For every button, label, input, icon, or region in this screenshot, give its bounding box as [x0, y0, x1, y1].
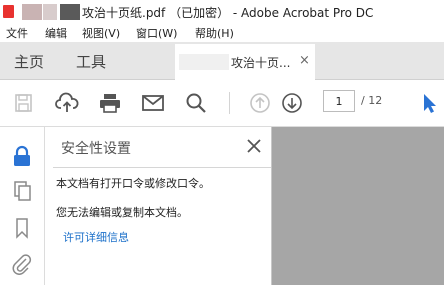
pages-icon[interactable]: [11, 180, 33, 202]
bookmark-icon[interactable]: [11, 217, 33, 239]
panel-title: 安全性设置: [61, 141, 131, 157]
menu-view[interactable]: 视图(V): [82, 25, 120, 41]
tab-tools[interactable]: 工具: [76, 51, 106, 72]
lock-icon[interactable]: [11, 145, 33, 167]
select-cursor-icon[interactable]: [418, 92, 442, 114]
tab-document[interactable]: 攻治十页... ×: [175, 44, 315, 80]
menu-window[interactable]: 窗口(W): [136, 25, 177, 41]
document-view[interactable]: [272, 127, 444, 285]
save-icon[interactable]: [12, 92, 36, 114]
window-title: 攻治十页纸.pdf （已加密） - Adobe Acrobat Pro DC: [82, 6, 374, 20]
redacted-block: [22, 4, 42, 20]
menu-file[interactable]: 文件: [6, 25, 28, 41]
navigation-rail: [0, 127, 45, 285]
attachment-icon[interactable]: [11, 253, 33, 275]
tab-bar: 主页 工具 攻治十页... ×: [0, 42, 444, 80]
close-icon[interactable]: [245, 137, 263, 155]
close-tab-icon[interactable]: ×: [299, 53, 310, 68]
menu-edit[interactable]: 编辑: [45, 25, 67, 41]
mail-icon[interactable]: [141, 92, 165, 114]
page-down-icon[interactable]: [280, 92, 304, 114]
redacted-block: [60, 4, 80, 20]
search-icon[interactable]: [184, 92, 208, 114]
toolbar: 1 / 12: [0, 80, 444, 127]
document-tab-label: 攻治十页...: [231, 56, 291, 70]
security-settings-panel: 安全性设置 本文档有打开口令或修改口令。 您无法编辑或复制本文档。 许可详细信息: [45, 127, 272, 285]
tab-home[interactable]: 主页: [14, 51, 44, 72]
title-bar: 攻治十页纸.pdf （已加密） - Adobe Acrobat Pro DC: [0, 0, 444, 24]
page-total: / 12: [361, 94, 383, 107]
menu-help[interactable]: 帮助(H): [195, 25, 234, 41]
redacted-block: [43, 4, 57, 20]
security-message-restriction: 您无法编辑或复制本文档。: [56, 206, 188, 219]
security-message-password: 本文档有打开口令或修改口令。: [56, 177, 210, 190]
pdf-file-icon: [3, 5, 14, 18]
redacted-block: [179, 54, 229, 70]
page-number-input[interactable]: 1: [323, 90, 355, 112]
divider: [53, 167, 271, 168]
upload-icon[interactable]: [55, 92, 79, 114]
toolbar-divider: [229, 92, 230, 114]
print-icon[interactable]: [98, 92, 122, 114]
page-up-icon[interactable]: [248, 92, 272, 114]
menu-bar: 文件 编辑 视图(V) 窗口(W) 帮助(H): [0, 24, 444, 42]
permission-details-link[interactable]: 许可详细信息: [63, 229, 129, 245]
